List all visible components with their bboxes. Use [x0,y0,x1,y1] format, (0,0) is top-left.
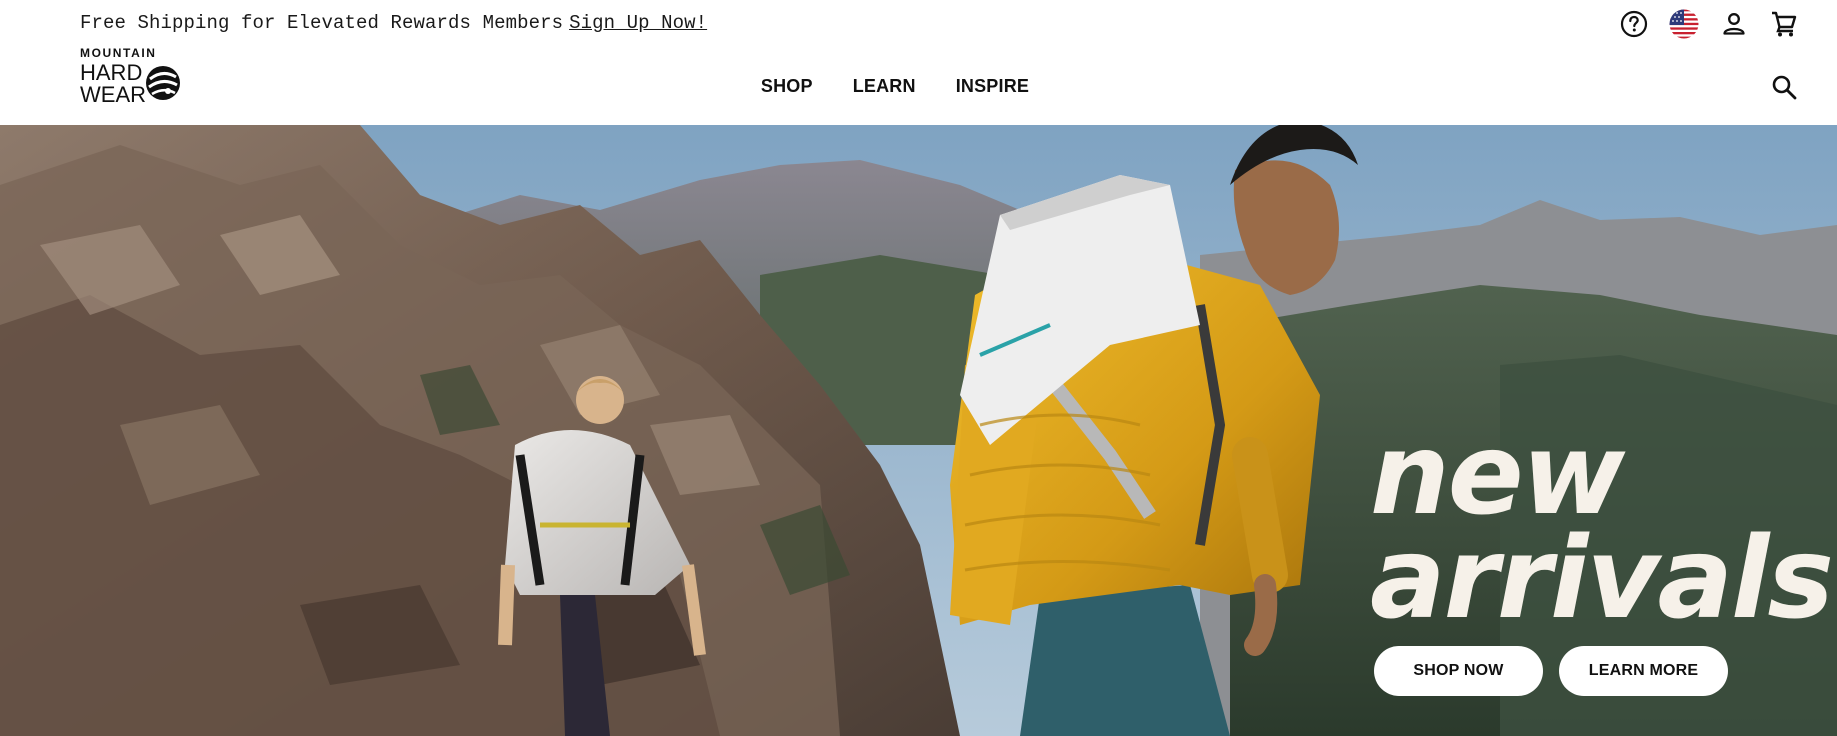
learn-more-button[interactable]: LEARN MORE [1559,646,1728,696]
svg-text:MOUNTAIN: MOUNTAIN [80,47,157,60]
nav-item-learn[interactable]: LEARN [853,76,916,97]
hero-headline: new arrivals [1370,410,1834,644]
locale-button[interactable] [1669,6,1699,42]
shop-now-button[interactable]: SHOP NOW [1374,646,1543,696]
search-icon [1772,75,1797,100]
cart-button[interactable] [1769,6,1799,42]
site-header: Free Shipping for Elevated Rewards Membe… [0,0,1837,125]
help-button[interactable] [1619,6,1649,42]
promo-banner: Free Shipping for Elevated Rewards Membe… [80,12,707,34]
main-nav: SHOP LEARN INSPIRE [0,76,1837,97]
nav-item-shop[interactable]: SHOP [761,76,813,97]
help-icon [1620,10,1648,38]
promo-text: Free Shipping for Elevated Rewards Membe… [80,12,564,34]
hero-headline-line1: new [1370,410,1625,540]
hero-cta-row: SHOP NOW LEARN MORE [1374,646,1728,696]
hero-headline-line2: arrivals [1370,514,1834,644]
account-button[interactable] [1719,6,1749,42]
search-button[interactable] [1769,72,1799,102]
account-icon [1723,13,1745,35]
utility-bar [1619,6,1799,42]
promo-signup-link[interactable]: Sign Up Now! [569,12,707,34]
cart-icon [1772,11,1797,37]
nav-item-inspire[interactable]: INSPIRE [956,76,1029,97]
hero-banner: new arrivals SHOP NOW LEARN MORE [0,125,1837,736]
us-flag-icon [1669,9,1699,39]
